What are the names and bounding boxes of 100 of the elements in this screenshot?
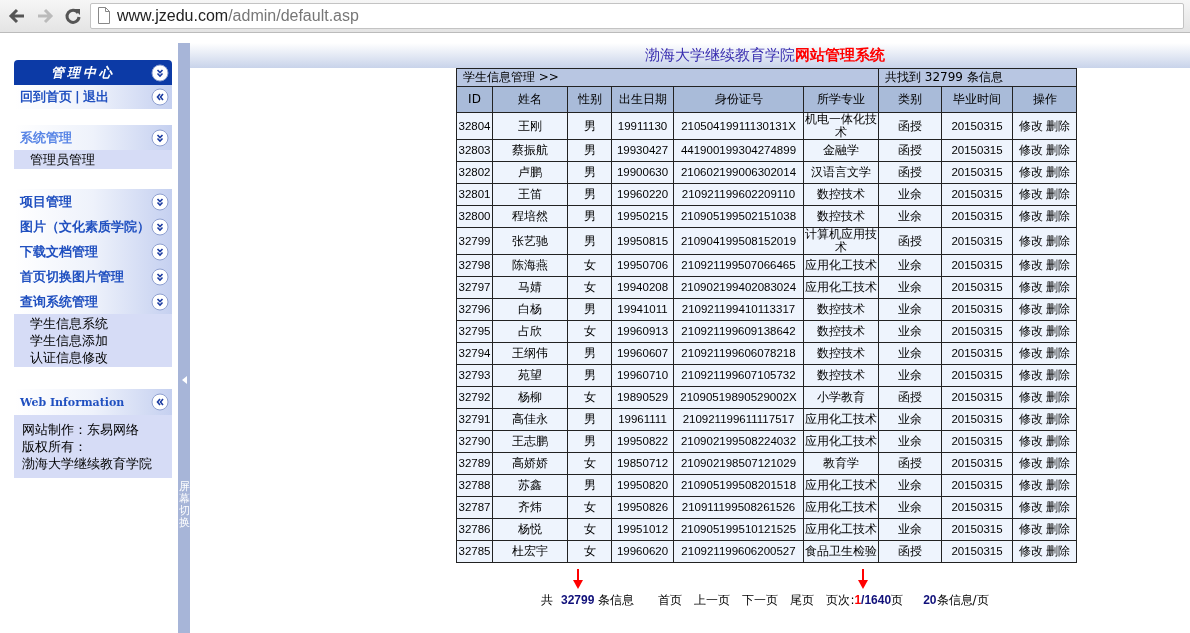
page-count: /1640: [861, 592, 892, 609]
edit-link[interactable]: 修改: [1018, 233, 1043, 248]
table-cell: 机电一体化技术: [803, 112, 879, 140]
current-page: 1: [854, 592, 862, 609]
address-bar[interactable]: www.jzedu.com/admin/default.asp: [90, 3, 1184, 29]
pager-text: 共: [541, 592, 553, 609]
edit-link[interactable]: 修改: [1018, 165, 1043, 179]
edit-link[interactable]: 修改: [1018, 522, 1043, 536]
pager-text: 页次:: [826, 592, 855, 609]
pager-link[interactable]: 上一页: [694, 591, 731, 609]
table-cell: 210602199006302014: [673, 161, 804, 184]
sidebar-item[interactable]: 学生信息系统: [30, 315, 172, 332]
delete-link[interactable]: 删除: [1046, 258, 1071, 272]
table-cell: 210902198507121029: [673, 452, 804, 475]
edit-link[interactable]: 修改: [1018, 258, 1043, 272]
edit-link[interactable]: 修改: [1018, 544, 1043, 558]
table-cell: 32797: [456, 276, 493, 299]
expand-icon[interactable]: [151, 242, 169, 261]
table-cell: 王刚: [492, 112, 568, 140]
table-cell: 32796: [456, 298, 493, 321]
delete-link[interactable]: 删除: [1046, 368, 1071, 382]
expand-icon[interactable]: [151, 63, 169, 82]
delete-link[interactable]: 删除: [1046, 143, 1071, 157]
delete-link[interactable]: 删除: [1046, 209, 1071, 223]
edit-link[interactable]: 修改: [1018, 346, 1043, 360]
delete-link[interactable]: 删除: [1046, 500, 1071, 514]
table-cell: 32802: [456, 161, 493, 184]
edit-link[interactable]: 修改: [1018, 187, 1043, 201]
pager-link[interactable]: 尾页: [790, 591, 815, 609]
sidebar-link[interactable]: 回到首页: [20, 87, 72, 107]
edit-link[interactable]: 修改: [1018, 434, 1043, 448]
edit-link[interactable]: 修改: [1018, 500, 1043, 514]
delete-link[interactable]: 删除: [1046, 187, 1071, 201]
table-cell: 210921199602209110: [673, 183, 804, 206]
sidebar-item[interactable]: 认证信息修改: [30, 349, 172, 366]
table-cell: 210905199508201518: [673, 474, 804, 497]
expand-icon[interactable]: [151, 267, 169, 286]
column-header: 所学专业: [803, 86, 879, 113]
delete-link[interactable]: 删除: [1046, 544, 1071, 558]
table-cell: 32801: [456, 183, 493, 206]
delete-link[interactable]: 删除: [1046, 324, 1071, 338]
table-cell: 210902199402083024: [673, 276, 804, 299]
pager-link[interactable]: 下一页: [742, 591, 779, 609]
url-text: www.jzedu.com/admin/default.asp: [117, 7, 359, 25]
edit-link[interactable]: 修改: [1018, 390, 1043, 404]
delete-link[interactable]: 删除: [1046, 165, 1071, 179]
pager-link[interactable]: 首页: [658, 591, 683, 609]
table-cell: 32799: [456, 227, 493, 255]
banner-title: 渤海大学继续教育学院网站管理系统: [645, 46, 885, 64]
table-cell: 210902199508224032: [673, 430, 804, 453]
table-cell: 32794: [456, 342, 493, 365]
edit-link[interactable]: 修改: [1018, 209, 1043, 223]
expand-icon[interactable]: [151, 292, 169, 311]
table-cell: 441900199304274899: [673, 139, 804, 162]
table-cell: 210921199609138642: [673, 320, 804, 343]
table-caption: 学生信息管理 >>: [456, 68, 879, 87]
edit-link[interactable]: 修改: [1018, 143, 1043, 157]
delete-link[interactable]: 删除: [1046, 280, 1071, 294]
collapse-icon[interactable]: [151, 393, 169, 411]
edit-link[interactable]: 修改: [1018, 280, 1043, 294]
table-cell: 32804: [456, 112, 493, 140]
page-icon: [97, 7, 111, 25]
table-cell: 210905199502151038: [673, 205, 804, 228]
edit-link[interactable]: 修改: [1018, 324, 1043, 338]
delete-link[interactable]: 删除: [1046, 456, 1071, 470]
delete-link[interactable]: 删除: [1046, 434, 1071, 448]
edit-link[interactable]: 修改: [1018, 302, 1043, 316]
delete-link[interactable]: 删除: [1046, 478, 1071, 492]
expand-icon[interactable]: [151, 192, 169, 211]
sidebar-item[interactable]: 学生信息添加: [30, 332, 172, 349]
edit-link[interactable]: 修改: [1018, 118, 1043, 133]
expand-icon[interactable]: [151, 128, 169, 147]
edit-link[interactable]: 修改: [1018, 478, 1043, 492]
pager-text: 条信息: [598, 592, 635, 609]
table-cell: 32788: [456, 474, 493, 497]
delete-link[interactable]: 删除: [1046, 302, 1071, 316]
edit-link[interactable]: 修改: [1018, 412, 1043, 426]
delete-link[interactable]: 删除: [1046, 390, 1071, 404]
delete-link[interactable]: 删除: [1046, 233, 1071, 248]
sidebar-link[interactable]: 退出: [82, 87, 109, 107]
table-cell: 32798: [456, 254, 493, 277]
table-cell: 210921199606078218: [673, 342, 804, 365]
delete-link[interactable]: 删除: [1046, 412, 1071, 426]
table-cell: 张艺驰: [492, 227, 568, 255]
column-header: 毕业时间: [941, 86, 1013, 113]
reload-icon: [64, 7, 82, 25]
delete-link[interactable]: 删除: [1046, 118, 1071, 133]
expand-icon[interactable]: [151, 217, 169, 236]
delete-link[interactable]: 删除: [1046, 346, 1071, 360]
table-cell: 32790: [456, 430, 493, 453]
pager-text: 条信息/页: [936, 592, 989, 609]
delete-link[interactable]: 删除: [1046, 522, 1071, 536]
table-cell: 21050419911130131X: [673, 112, 804, 140]
collapse-icon[interactable]: [151, 88, 169, 106]
table-cell: 32789: [456, 452, 493, 475]
edit-link[interactable]: 修改: [1018, 456, 1043, 470]
total-count: 32799: [561, 592, 595, 609]
column-header: 身份证号: [673, 86, 804, 113]
table-cell: 20150315: [941, 112, 1013, 140]
edit-link[interactable]: 修改: [1018, 368, 1043, 382]
